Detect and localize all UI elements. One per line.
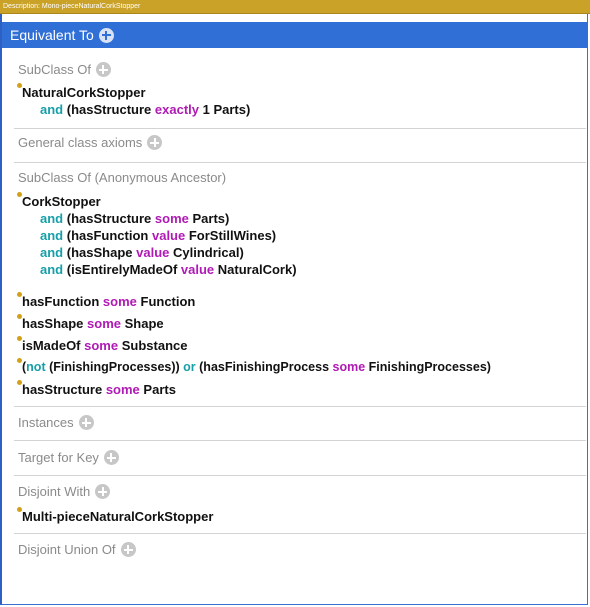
keyword-exactly: exactly xyxy=(154,102,199,117)
keyword-some: some xyxy=(154,211,189,226)
keyword-and: and xyxy=(40,211,64,226)
divider xyxy=(14,162,586,163)
restriction-text: (hasShape xyxy=(66,245,133,260)
keyword-value: value xyxy=(180,262,215,277)
general-class-axioms-header: General class axioms xyxy=(18,135,163,150)
disjoint-union-of-header: Disjoint Union Of xyxy=(18,542,136,557)
restriction-line: and (hasStructure some Parts) xyxy=(22,210,297,227)
subclass-anonymous-label: SubClass Of (Anonymous Ancestor) xyxy=(18,170,227,185)
add-instance-icon[interactable] xyxy=(78,415,94,430)
add-equivalent-icon[interactable] xyxy=(98,27,114,43)
restriction-text: Parts) xyxy=(192,211,230,226)
divider xyxy=(14,128,586,129)
subclass-axiom[interactable]: NaturalCorkStopper and (hasStructure exa… xyxy=(22,84,250,118)
keyword-some: some xyxy=(105,382,140,397)
keyword-value: value xyxy=(136,245,170,260)
keyword-some: some xyxy=(84,338,119,353)
class-name: Multi-pieceNaturalCorkStopper xyxy=(22,509,214,524)
keyword-and: and xyxy=(40,262,64,277)
divider xyxy=(14,406,586,407)
add-subclass-icon[interactable] xyxy=(95,62,111,77)
restriction-text: (hasFunction xyxy=(66,228,149,243)
subclass-of-label: SubClass Of xyxy=(18,62,91,77)
restriction-line: and (hasStructure exactly 1 Parts) xyxy=(22,101,250,118)
restriction-text: FinishingProcesses) xyxy=(368,360,491,374)
keyword-some: some xyxy=(87,316,122,331)
keyword-not: not xyxy=(26,360,46,374)
class-name: Function xyxy=(140,294,196,309)
restriction-text: 1 Parts) xyxy=(202,102,251,117)
restriction-text: (hasStructure xyxy=(66,102,152,117)
anon-axiom-hasfunction[interactable]: hasFunction some Function xyxy=(22,293,195,310)
class-name: NaturalCorkStopper xyxy=(22,85,146,100)
keyword-or: or xyxy=(183,360,196,374)
restriction-text: NaturalCork) xyxy=(217,262,297,277)
subclass-of-header: SubClass Of xyxy=(18,62,111,77)
keyword-and: and xyxy=(40,102,64,117)
restriction-text: (isEntirelyMadeOf xyxy=(66,262,178,277)
class-name: CorkStopper xyxy=(22,194,101,209)
disjoint-with-header: Disjoint With xyxy=(18,484,111,499)
keyword-some: some xyxy=(332,360,366,374)
divider xyxy=(14,475,586,476)
add-disjoint-icon[interactable] xyxy=(95,484,111,499)
restriction-text: Cylindrical) xyxy=(173,245,244,260)
restriction-line: and (hasFunction value ForStillWines) xyxy=(22,227,297,244)
add-key-icon[interactable] xyxy=(103,450,119,465)
general-class-axioms-label: General class axioms xyxy=(18,135,143,150)
keyword-value: value xyxy=(151,228,186,243)
restriction-text: (hasStructure xyxy=(66,211,152,226)
anon-axiom-hasstructure[interactable]: hasStructure some Parts xyxy=(22,381,176,398)
divider xyxy=(14,440,586,441)
class-name: Shape xyxy=(124,316,164,331)
keyword-some: some xyxy=(102,294,137,309)
description-title-bar: Description: Mono-pieceNaturalCorkStoppe… xyxy=(0,0,590,14)
restriction-line: and (hasShape value Cylindrical) xyxy=(22,244,297,261)
restriction-text: (FinishingProcesses)) xyxy=(45,360,180,374)
property-name: hasShape xyxy=(22,316,84,331)
disjoint-axiom[interactable]: Multi-pieceNaturalCorkStopper xyxy=(22,508,213,525)
property-name: isMadeOf xyxy=(22,338,81,353)
class-name: Parts xyxy=(143,382,176,397)
target-for-key-header: Target for Key xyxy=(18,450,119,465)
anon-axiom-finishing[interactable]: (not (FinishingProcesses)) or (hasFinish… xyxy=(22,359,491,376)
add-disjoint-union-icon[interactable] xyxy=(120,542,136,557)
disjoint-union-of-label: Disjoint Union Of xyxy=(18,542,116,557)
restriction-text: ForStillWines) xyxy=(188,228,277,243)
class-name: Substance xyxy=(121,338,188,353)
equivalent-to-label: Equivalent To xyxy=(10,27,94,43)
subclass-anonymous-header: SubClass Of (Anonymous Ancestor) xyxy=(18,170,226,185)
instances-label: Instances xyxy=(18,415,74,430)
property-name: hasStructure xyxy=(22,382,103,397)
restriction-text: (hasFinishingProcess xyxy=(199,360,330,374)
anon-axiom-corkstopper[interactable]: CorkStopper and (hasStructure some Parts… xyxy=(22,193,297,278)
restriction-line: and (isEntirelyMadeOf value NaturalCork) xyxy=(22,261,297,278)
add-general-axiom-icon[interactable] xyxy=(147,135,163,150)
anon-axiom-hasshape[interactable]: hasShape some Shape xyxy=(22,315,164,332)
keyword-and: and xyxy=(40,228,64,243)
property-name: hasFunction xyxy=(22,294,100,309)
anon-axiom-ismadeof[interactable]: isMadeOf some Substance xyxy=(22,337,187,354)
disjoint-with-label: Disjoint With xyxy=(18,484,91,499)
keyword-and: and xyxy=(40,245,64,260)
target-for-key-label: Target for Key xyxy=(18,450,99,465)
divider xyxy=(14,533,586,534)
instances-header: Instances xyxy=(18,415,94,430)
equivalent-to-header: Equivalent To xyxy=(2,22,588,48)
